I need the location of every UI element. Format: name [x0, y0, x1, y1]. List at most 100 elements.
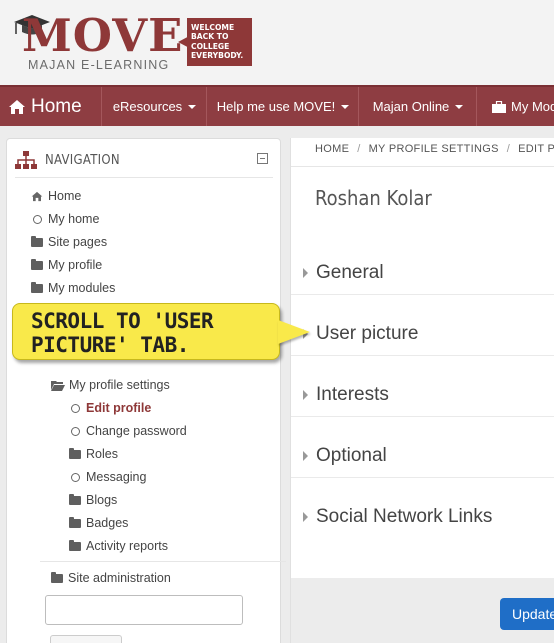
nav-tree-activity-reports[interactable]: Activity reports: [68, 539, 168, 553]
divider: [291, 416, 554, 417]
section-label: Social Network Links: [316, 506, 493, 527]
caret-down-icon: [341, 104, 350, 109]
nav-tree-label: My modules: [48, 281, 116, 295]
nav-my-modules[interactable]: My Mod: [478, 87, 554, 126]
nav-tree-site-administration[interactable]: Site administration: [50, 571, 171, 585]
callout-arrow-icon: [278, 320, 310, 344]
logo-tagline: WELCOME BACK TO COLLEGE EVERYBODY.: [178, 18, 252, 66]
nav-tree-label: Home: [48, 189, 82, 203]
nav-tree-my-profile[interactable]: My profile: [30, 258, 102, 272]
divider: [291, 166, 554, 167]
nav-tree-profile-settings[interactable]: My profile settings: [51, 378, 170, 392]
logo-title: MOVE: [22, 9, 184, 62]
breadcrumb-home[interactable]: HOME: [315, 143, 349, 155]
site-header: MOVE MAJAN E-LEARNING WELCOME BACK TO CO…: [0, 0, 554, 85]
folder-icon: [69, 516, 81, 528]
search-button[interactable]: [50, 635, 122, 643]
nav-tree-label: Site administration: [68, 571, 171, 585]
section-general[interactable]: General: [303, 262, 384, 284]
sitemap-icon: [15, 151, 37, 169]
expand-arrow-icon: [303, 512, 308, 522]
nav-tree-blogs[interactable]: Blogs: [68, 493, 117, 507]
folder-icon: [31, 235, 43, 247]
divider: [291, 355, 554, 356]
circle-icon: [70, 403, 80, 413]
nav-my-modules-label: My Mod: [511, 99, 554, 114]
section-social-network-links[interactable]: Social Network Links: [303, 506, 492, 528]
nav-tree-my-modules[interactable]: My modules: [30, 281, 115, 295]
page-title: Roshan Kolar: [315, 186, 432, 210]
nav-tree-home[interactable]: Home: [30, 189, 81, 203]
nav-home-link[interactable]: Home: [0, 87, 102, 126]
nav-tree-site-pages[interactable]: Site pages: [30, 235, 107, 249]
circle-icon: [32, 214, 42, 224]
nav-majan-online-label: Majan Online: [372, 99, 450, 114]
caret-down-icon: [455, 104, 464, 109]
section-label: User picture: [316, 323, 419, 344]
nav-tree-label: Badges: [86, 516, 129, 530]
nav-eresources[interactable]: eResources: [103, 87, 207, 126]
nav-tree-label: Edit profile: [86, 401, 152, 415]
section-label: Optional: [316, 445, 387, 466]
section-label: General: [316, 262, 384, 283]
nav-help-label: Help me use MOVE!: [216, 99, 336, 114]
update-profile-button[interactable]: Update: [500, 598, 554, 630]
nav-tree-messaging[interactable]: Messaging: [68, 470, 146, 484]
section-label: Interests: [316, 384, 389, 405]
breadcrumb-separator: /: [506, 143, 511, 155]
expand-arrow-icon: [303, 390, 308, 400]
divider: [15, 177, 273, 178]
folder-open-icon: [51, 379, 65, 391]
nav-tree-label: Roles: [86, 447, 118, 461]
nav-tree-label: My profile: [48, 258, 103, 272]
home-icon: [30, 190, 44, 202]
main-content: HOME / MY PROFILE SETTINGS / EDIT PROF R…: [290, 138, 554, 643]
divider: [291, 294, 554, 295]
nav-tree-label: Activity reports: [86, 539, 168, 553]
navigation-title: NAVIGATION: [45, 152, 120, 168]
main-navbar: Home eResources Help me use MOVE! Majan …: [0, 85, 554, 126]
nav-tree-roles[interactable]: Roles: [68, 447, 118, 461]
breadcrumb-profile-settings[interactable]: MY PROFILE SETTINGS: [369, 143, 499, 155]
nav-tree-label: My profile settings: [69, 378, 170, 392]
folder-icon: [69, 493, 81, 505]
nav-help[interactable]: Help me use MOVE!: [208, 87, 359, 126]
collapse-block-icon[interactable]: [257, 153, 268, 164]
caret-down-icon: [188, 104, 197, 109]
nav-eresources-label: eResources: [112, 99, 183, 114]
tutorial-callout: SCROLL TO 'USER PICTURE' TAB.: [12, 303, 280, 360]
callout-line-2: PICTURE' TAB.: [31, 333, 189, 357]
nav-home-label: Home: [31, 95, 82, 117]
home-icon: [9, 99, 25, 114]
nav-tree-label: Site pages: [48, 235, 108, 249]
nav-tree-label: Change password: [86, 424, 187, 438]
folder-icon: [69, 539, 81, 551]
nav-tree-label: Messaging: [86, 470, 147, 484]
nav-tree-edit-profile[interactable]: Edit profile: [68, 401, 151, 415]
folder-icon: [31, 258, 43, 270]
circle-icon: [70, 472, 80, 482]
circle-icon: [70, 426, 80, 436]
navigation-header: NAVIGATION: [15, 151, 120, 169]
site-logo[interactable]: MOVE MAJAN E-LEARNING WELCOME BACK TO CO…: [8, 8, 258, 72]
nav-majan-online[interactable]: Majan Online: [360, 87, 477, 126]
callout-line-1: SCROLL TO 'USER: [31, 309, 214, 333]
nav-tree-label: Blogs: [86, 493, 118, 507]
nav-tree-label: My home: [48, 212, 100, 226]
nav-tree-change-password[interactable]: Change password: [68, 424, 187, 438]
briefcase-icon: [492, 100, 506, 113]
nav-tree-my-home[interactable]: My home: [30, 212, 99, 226]
section-user-picture[interactable]: User picture: [303, 323, 418, 345]
nav-tree-badges[interactable]: Badges: [68, 516, 128, 530]
divider: [40, 561, 286, 562]
divider: [291, 477, 554, 478]
expand-arrow-icon: [303, 268, 308, 278]
breadcrumb: HOME / MY PROFILE SETTINGS / EDIT PROF: [315, 143, 554, 155]
section-interests[interactable]: Interests: [303, 384, 389, 406]
section-optional[interactable]: Optional: [303, 445, 387, 467]
search-input[interactable]: [45, 595, 243, 625]
logo-subtitle: MAJAN E-LEARNING: [28, 58, 170, 72]
breadcrumb-edit-profile[interactable]: EDIT PROF: [518, 143, 554, 155]
folder-icon: [31, 281, 43, 293]
folder-icon: [51, 571, 63, 583]
